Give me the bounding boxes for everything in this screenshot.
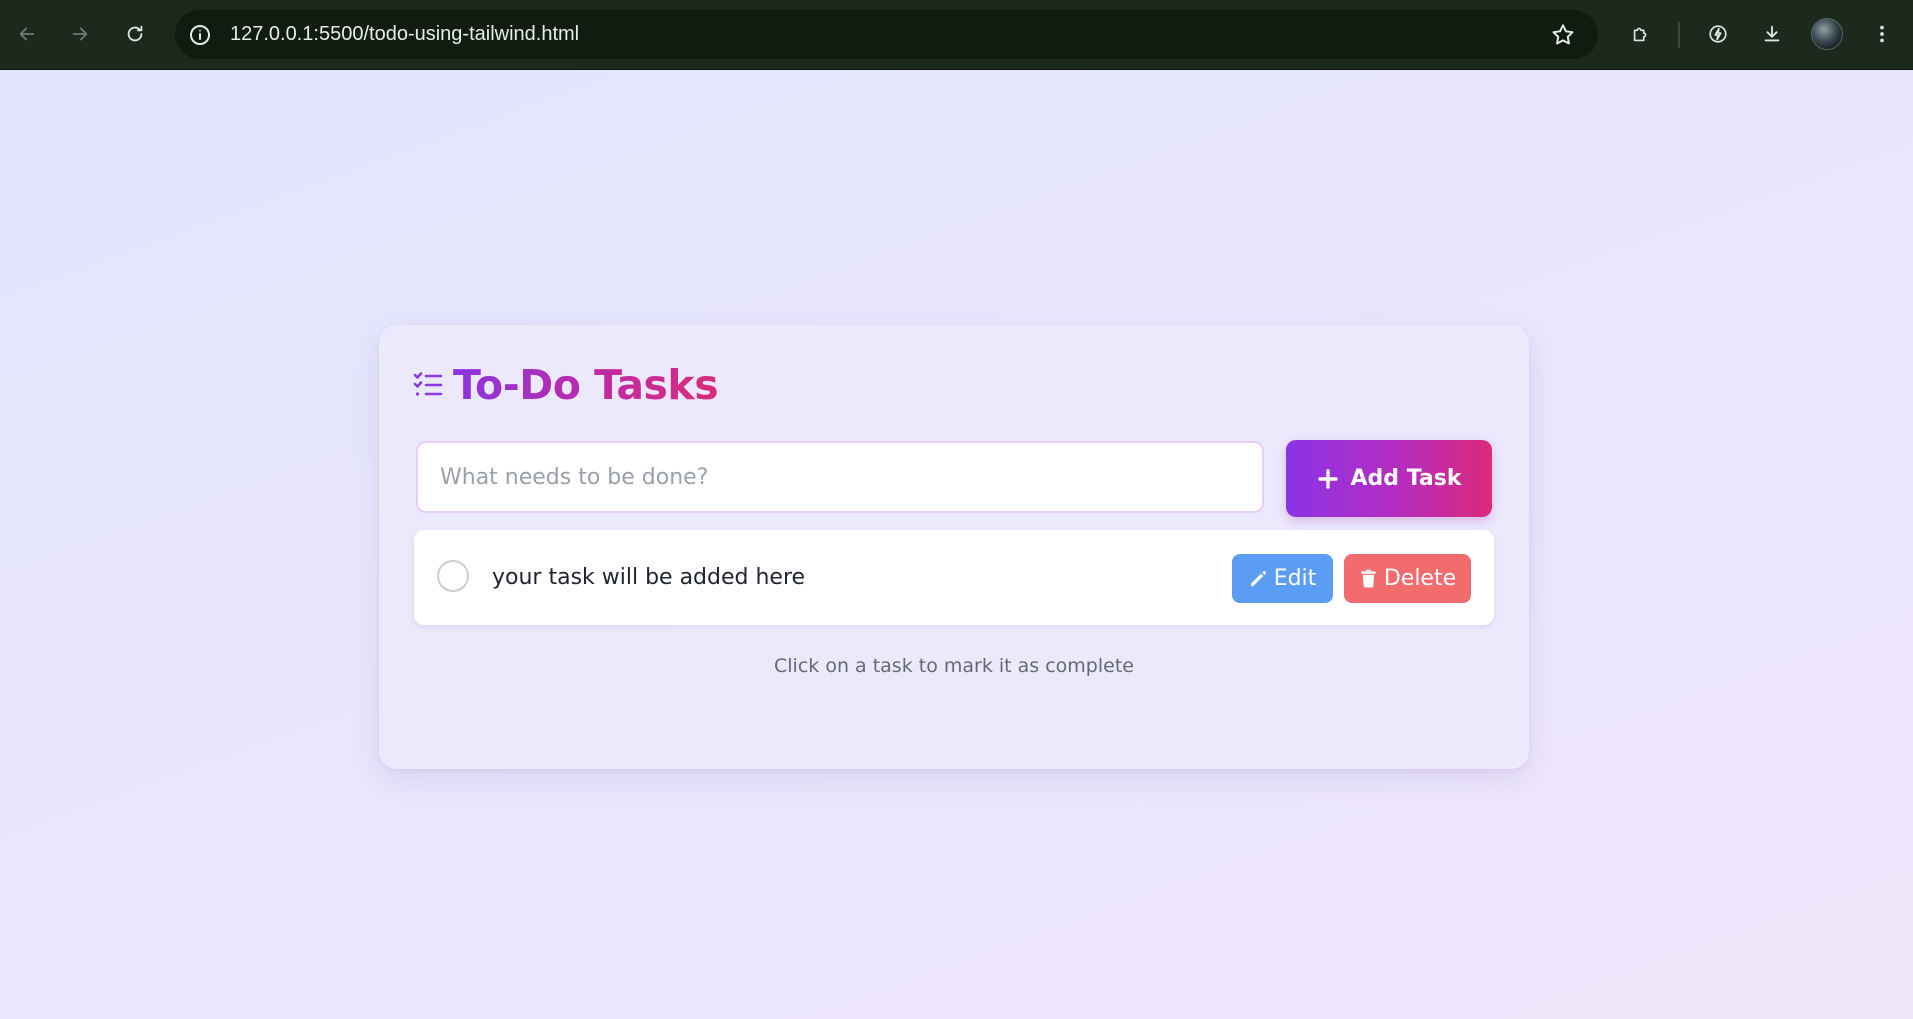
trash-icon <box>1361 569 1376 588</box>
delete-task-button[interactable]: Delete <box>1344 554 1471 603</box>
task-text[interactable]: your task will be added here <box>492 530 805 625</box>
list-check-icon <box>413 372 443 396</box>
address-bar[interactable]: 127.0.0.1:5500/todo-using-tailwind.html <box>175 10 1598 59</box>
delete-label: Delete <box>1383 566 1457 591</box>
arrow-right-icon <box>72 27 88 41</box>
performance-button[interactable] <box>1701 17 1735 51</box>
avatar[interactable] <box>1811 18 1843 50</box>
add-task-label: Add Task <box>1350 466 1462 491</box>
reload-button[interactable] <box>118 17 152 51</box>
list-item[interactable]: your task will be added here Edit Delete <box>414 530 1494 625</box>
download-icon <box>1764 25 1780 42</box>
back-button[interactable] <box>10 17 44 51</box>
extensions-button[interactable] <box>1624 17 1658 51</box>
puzzle-icon <box>1633 27 1647 42</box>
star-icon[interactable] <box>1550 22 1576 48</box>
browser-menu-button[interactable] <box>1865 17 1899 51</box>
pencil-icon <box>1250 570 1266 587</box>
task-complete-checkbox[interactable] <box>437 560 469 592</box>
toolbar-divider <box>1678 22 1680 48</box>
edit-task-button[interactable]: Edit <box>1232 554 1333 603</box>
leaf-bolt-icon <box>1709 25 1727 43</box>
title-row: To-Do Tasks <box>413 359 719 411</box>
info-icon[interactable] <box>186 21 214 49</box>
reload-icon <box>127 25 143 42</box>
todo-card: To-Do Tasks Add Task your task will be a… <box>379 325 1529 769</box>
url-text[interactable]: 127.0.0.1:5500/todo-using-tailwind.html <box>230 10 579 59</box>
forward-button[interactable] <box>63 17 97 51</box>
edit-label: Edit <box>1273 566 1317 591</box>
new-task-input[interactable] <box>416 441 1264 513</box>
page-title: To-Do Tasks <box>453 361 719 409</box>
arrow-left-icon <box>19 27 35 41</box>
kebab-menu-icon <box>1880 25 1884 43</box>
plus-icon <box>1317 468 1338 489</box>
downloads-button[interactable] <box>1755 17 1789 51</box>
add-task-button[interactable]: Add Task <box>1286 440 1492 517</box>
browser-toolbar: 127.0.0.1:5500/todo-using-tailwind.html <box>0 0 1913 70</box>
page-viewport: To-Do Tasks Add Task your task will be a… <box>0 70 1913 1019</box>
hint-text: Click on a task to mark it as complete <box>774 655 1134 677</box>
